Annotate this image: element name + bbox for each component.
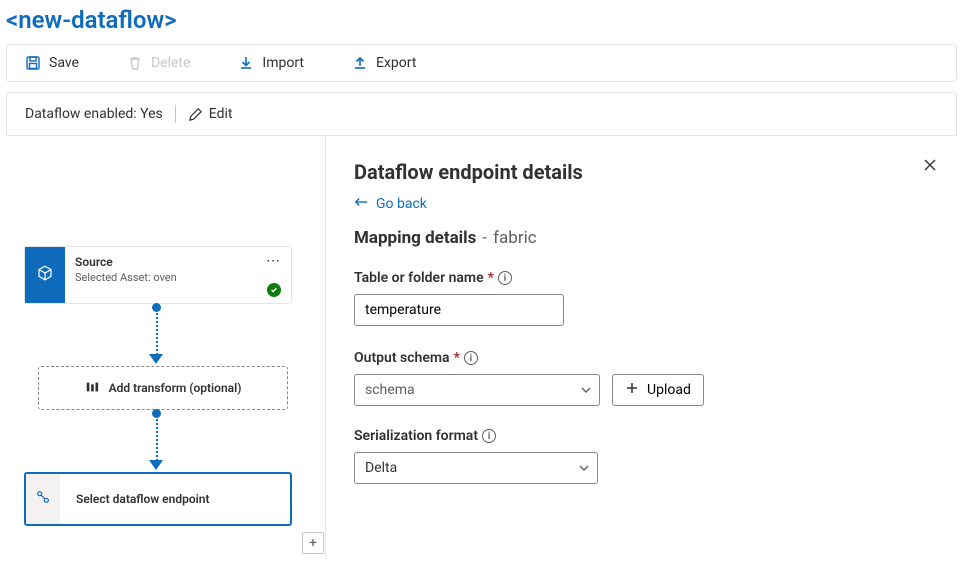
import-label: Import xyxy=(262,55,304,71)
table-name-field: Table or folder name * i xyxy=(354,270,564,326)
info-icon[interactable]: i xyxy=(482,429,496,443)
toolbar: Save Delete Import Export xyxy=(6,44,957,82)
delete-label: Delete xyxy=(151,55,190,71)
check-icon xyxy=(267,283,281,297)
flow-canvas: Source Selected Asset: oven ⋯ Add transf… xyxy=(6,136,326,557)
form-row-1: Table or folder name * i Output schema *… xyxy=(354,270,933,406)
chevron-down-icon xyxy=(580,384,592,396)
endpoint-icon xyxy=(35,489,51,509)
plus-icon: + xyxy=(309,535,317,551)
add-transform-node[interactable]: Add transform (optional) xyxy=(38,366,288,410)
trash-icon xyxy=(127,55,143,71)
chevron-down-icon xyxy=(578,462,590,474)
form-row-2: Serialization format i Delta xyxy=(354,428,933,484)
go-back-label: Go back xyxy=(376,196,427,212)
divider xyxy=(175,105,176,123)
output-schema-field: Output schema * i schema xyxy=(354,350,704,406)
source-title: Source xyxy=(75,255,281,269)
mapping-dash: - xyxy=(482,228,487,248)
info-icon[interactable]: i xyxy=(464,351,478,365)
pencil-icon xyxy=(188,107,203,122)
panel-title: Dataflow endpoint details xyxy=(354,160,933,184)
status-bar: Dataflow enabled: Yes Edit xyxy=(6,92,957,135)
endpoint-icon-block xyxy=(26,474,60,524)
connector-line xyxy=(156,309,158,355)
export-label: Export xyxy=(376,55,416,71)
table-name-input[interactable] xyxy=(354,294,564,326)
mapping-label: Mapping details xyxy=(354,228,476,248)
output-schema-select[interactable]: schema xyxy=(354,374,600,406)
save-icon xyxy=(25,55,41,71)
source-node[interactable]: Source Selected Asset: oven ⋯ xyxy=(24,246,292,304)
content-area: Source Selected Asset: oven ⋯ Add transf… xyxy=(6,135,957,557)
serialization-field: Serialization format i Delta xyxy=(354,428,933,484)
output-schema-label: Output schema xyxy=(354,350,450,366)
connector-line xyxy=(156,415,158,461)
edit-label: Edit xyxy=(209,106,233,122)
source-icon-block xyxy=(25,247,65,303)
save-button[interactable]: Save xyxy=(25,55,79,71)
required-marker: * xyxy=(454,350,460,366)
output-schema-placeholder: schema xyxy=(365,382,415,398)
upload-button[interactable]: Upload xyxy=(612,374,704,406)
serialization-select[interactable]: Delta xyxy=(354,452,598,484)
upload-label: Upload xyxy=(647,382,691,398)
table-name-label: Table or folder name xyxy=(354,270,484,286)
mapping-header: Mapping details - fabric xyxy=(354,228,933,248)
connector-arrow-icon xyxy=(149,354,163,364)
page-title: <new-dataflow> xyxy=(0,0,963,44)
delete-button: Delete xyxy=(127,55,190,71)
export-icon xyxy=(352,55,368,71)
info-icon[interactable]: i xyxy=(498,271,512,285)
add-transform-label: Add transform (optional) xyxy=(109,381,242,395)
source-body: Source Selected Asset: oven ⋯ xyxy=(65,247,291,303)
source-subtitle: Selected Asset: oven xyxy=(75,271,281,284)
select-endpoint-label: Select dataflow endpoint xyxy=(60,492,209,506)
add-node-button[interactable]: + xyxy=(302,532,324,554)
arrow-left-icon xyxy=(354,196,368,212)
mapping-target: fabric xyxy=(493,228,537,248)
edit-button[interactable]: Edit xyxy=(188,106,233,122)
serialization-value: Delta xyxy=(365,460,397,476)
source-more-button[interactable]: ⋯ xyxy=(266,253,281,269)
details-panel: Dataflow endpoint details Go back Mappin… xyxy=(326,136,957,557)
dataflow-enabled-status: Dataflow enabled: Yes xyxy=(25,106,163,122)
plus-icon xyxy=(625,381,639,399)
connector-arrow-icon xyxy=(149,460,163,470)
close-icon xyxy=(923,158,937,176)
select-endpoint-node[interactable]: Select dataflow endpoint xyxy=(24,472,292,526)
import-icon xyxy=(238,55,254,71)
transform-icon xyxy=(85,380,99,397)
serialization-label: Serialization format xyxy=(354,428,478,444)
required-marker: * xyxy=(488,270,494,286)
go-back-link[interactable]: Go back xyxy=(354,196,933,212)
save-label: Save xyxy=(49,55,79,71)
cube-icon xyxy=(36,264,54,286)
export-button[interactable]: Export xyxy=(352,55,416,71)
close-button[interactable] xyxy=(923,158,937,176)
import-button[interactable]: Import xyxy=(238,55,304,71)
